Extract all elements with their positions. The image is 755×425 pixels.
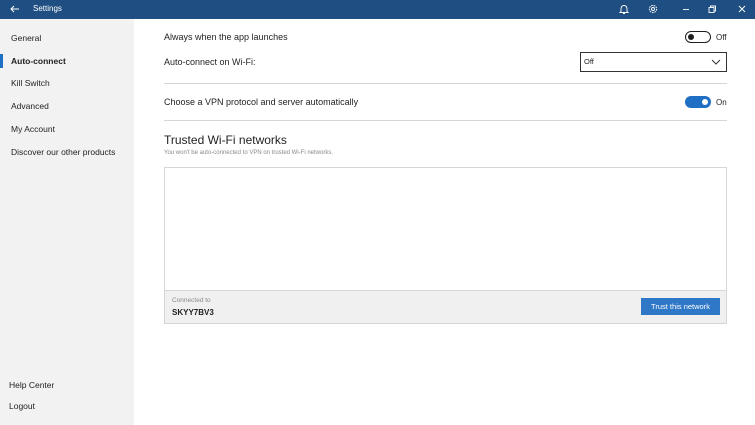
window-title: Settings (33, 4, 62, 13)
app-launch-toggle[interactable] (685, 31, 711, 43)
wifi-autoconnect-value: Off (584, 57, 594, 66)
divider (164, 120, 727, 121)
trust-network-button[interactable]: Trust this network (641, 298, 720, 315)
app-launch-label: Always when the app launches (164, 32, 288, 42)
gear-icon[interactable] (647, 3, 659, 15)
connected-to-label: Connected to (172, 297, 211, 304)
sidebar-item-my-account[interactable]: My Account (0, 119, 134, 139)
trusted-networks-title: Trusted Wi-Fi networks (164, 133, 287, 147)
trusted-networks-subtitle: You won't be auto-connected to VPN on tr… (164, 150, 334, 156)
back-arrow-icon[interactable] (9, 3, 21, 15)
chevron-down-icon (711, 59, 721, 65)
wifi-autoconnect-select[interactable]: Off (580, 52, 727, 72)
sidebar-item-advanced[interactable]: Advanced (0, 96, 134, 116)
minimize-icon[interactable] (680, 3, 692, 15)
sidebar-item-discover-products[interactable]: Discover our other products (0, 142, 134, 162)
toggle-knob (688, 33, 694, 40)
wifi-autoconnect-label: Auto-connect on Wi-Fi: (164, 57, 256, 67)
protocol-auto-label: Choose a VPN protocol and server automat… (164, 97, 359, 107)
app-launch-toggle-state: Off (716, 33, 727, 42)
toggle-knob (702, 99, 708, 105)
help-center-link[interactable]: Help Center (0, 376, 134, 394)
sidebar-item-general[interactable]: General (0, 28, 134, 48)
protocol-auto-toggle-state: On (716, 98, 727, 107)
connected-network-name: SKYY7BV3 (172, 308, 214, 317)
sidebar: General Auto-connect Kill Switch Advance… (0, 19, 134, 425)
title-bar: Settings (0, 0, 755, 19)
current-network-bar: Connected to SKYY7BV3 Trust this network (165, 290, 726, 323)
bell-icon[interactable] (618, 3, 630, 15)
trusted-networks-list: Connected to SKYY7BV3 Trust this network (164, 167, 727, 324)
close-icon[interactable] (736, 3, 748, 15)
main-content: Always when the app launches Off Auto-co… (134, 19, 755, 425)
protocol-auto-toggle[interactable] (685, 96, 711, 108)
divider (164, 83, 727, 84)
sidebar-item-auto-connect[interactable]: Auto-connect (0, 51, 134, 71)
restore-icon[interactable] (706, 3, 718, 15)
sidebar-item-kill-switch[interactable]: Kill Switch (0, 73, 134, 93)
logout-link[interactable]: Logout (0, 397, 134, 415)
